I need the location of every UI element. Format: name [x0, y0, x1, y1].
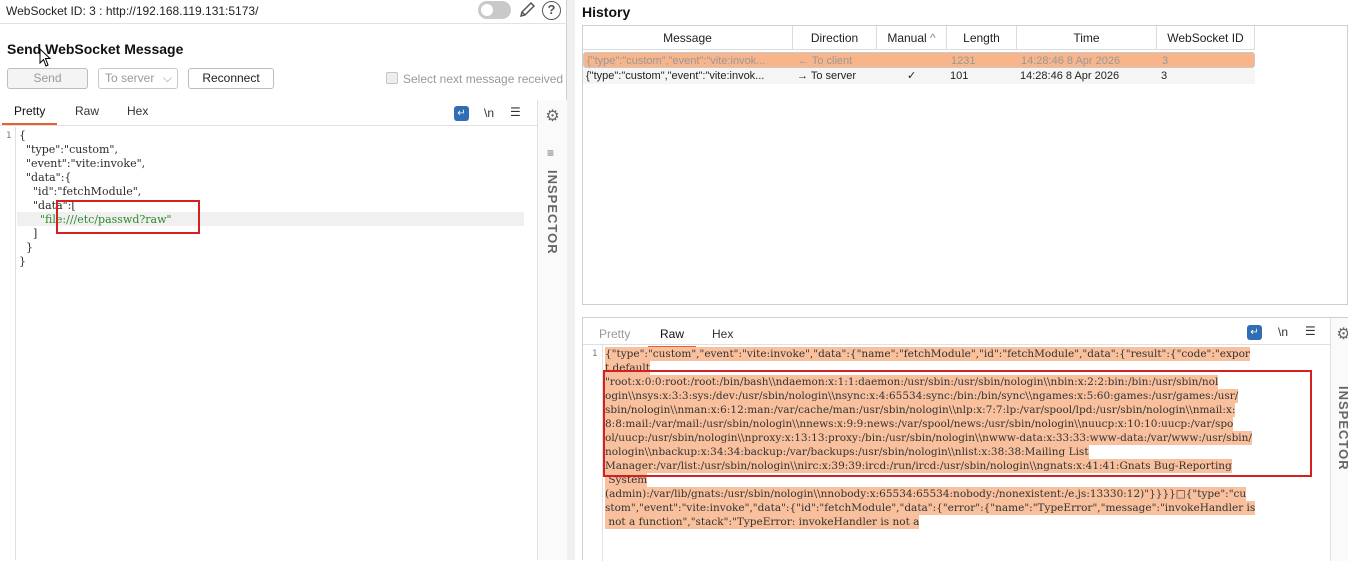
tab-hex[interactable]: Hex	[125, 104, 150, 118]
gear-icon[interactable]: ⚙	[544, 108, 561, 125]
cell-direction: ← To client	[798, 55, 853, 67]
sort-asc-icon: ^	[930, 31, 936, 45]
cell-manual: ✓	[907, 70, 917, 82]
line-number: 1	[592, 349, 598, 359]
col-direction[interactable]: Direction	[793, 26, 877, 50]
direction-select-value: To server	[105, 71, 155, 85]
wrap-lines-icon[interactable]: ↵	[1247, 325, 1262, 340]
code-line: }	[19, 255, 26, 268]
col-time[interactable]: Time	[1017, 26, 1157, 50]
inspector-label[interactable]: INSPECTOR	[545, 170, 560, 255]
newline-toggle-icon[interactable]: \n	[1278, 325, 1288, 339]
gear-icon[interactable]: ⚙	[1335, 326, 1348, 343]
code-line: {	[19, 129, 26, 142]
send-title: Send WebSocket Message	[7, 41, 184, 57]
history-table: Message Direction Manual ^ Length Time W…	[582, 25, 1348, 305]
code-line: "event":"vite:invoke",	[19, 157, 146, 170]
line-gutter: 1	[583, 344, 603, 561]
mouse-cursor-icon	[39, 48, 52, 67]
col-length[interactable]: Length	[947, 26, 1017, 50]
newline-toggle-icon[interactable]: \n	[484, 106, 494, 120]
pencil-icon[interactable]	[517, 0, 537, 20]
message-editor[interactable]: 1 { "type":"custom", "event":"vite:invok…	[0, 127, 537, 560]
cell-websocket-id: 3	[1162, 55, 1169, 67]
cell-length: 101	[950, 70, 969, 82]
col-websocket-id[interactable]: WebSocket ID	[1157, 26, 1255, 50]
code-line: }	[19, 241, 33, 254]
response-line: {"type":"custom","event":"vite:invoke","…	[605, 347, 1250, 361]
history-panel: History Message Direction Manual ^ Lengt…	[575, 0, 1348, 561]
code-line: "data":{	[19, 171, 72, 184]
response-line: stom","event":"vite:invoke","data":{"id"…	[605, 501, 1256, 515]
line-gutter: 1	[0, 127, 16, 560]
direction-select[interactable]: To server ⌵	[98, 68, 178, 89]
code-line: "type":"custom",	[19, 143, 118, 156]
col-message[interactable]: Message	[583, 26, 793, 50]
select-next-label: Select next message received	[403, 72, 564, 86]
cell-websocket-id: 3	[1161, 70, 1168, 82]
line-number: 1	[6, 131, 12, 141]
table-row[interactable]: {"type":"custom","event":"vite:invok... …	[583, 68, 1255, 84]
response-line: (admin):/var/lib/gnats:/usr/sbin/nologin…	[605, 487, 1247, 501]
reconnect-button[interactable]: Reconnect	[188, 68, 274, 89]
inspector-label[interactable]: INSPECTOR	[1336, 386, 1348, 471]
splitter[interactable]	[567, 0, 575, 560]
websocket-header-bar: WebSocket ID: 3 : http://192.168.119.131…	[0, 0, 567, 24]
menu-icon[interactable]: ☰	[1305, 324, 1316, 338]
select-next-checkbox[interactable]	[386, 72, 398, 84]
tab-pretty[interactable]: Pretty	[1, 104, 58, 125]
help-icon[interactable]: ?	[542, 1, 561, 20]
table-row[interactable]: {"type":"custom","event":"vite:invok... …	[583, 52, 1255, 68]
col-manual-label: Manual	[887, 31, 927, 45]
tab-divider	[0, 125, 537, 126]
cell-direction: → To server	[797, 70, 857, 82]
inspector-sidebar[interactable]: ⚙ ≡ INSPECTOR	[537, 100, 567, 560]
highlight-box	[603, 370, 1312, 477]
highlight-box	[56, 200, 200, 234]
cell-time: 14:28:46 8 Apr 2026	[1021, 55, 1121, 67]
tab-hex[interactable]: Hex	[710, 327, 735, 341]
inspector-sidebar[interactable]: ⚙ INSPECTOR	[1330, 318, 1348, 561]
cell-time: 14:28:46 8 Apr 2026	[1020, 70, 1120, 82]
toggle-switch[interactable]	[478, 1, 511, 19]
wrap-lines-icon[interactable]: ↵	[454, 106, 469, 121]
cell-message: {"type":"custom","event":"vite:invok...	[587, 55, 766, 67]
send-button[interactable]: Send	[7, 68, 88, 89]
menu-icon[interactable]: ☰	[510, 105, 521, 119]
cell-length: 1231	[951, 55, 976, 67]
response-viewer: Pretty Raw Hex ↵ \n ☰ 1 {"type":"custom"…	[582, 317, 1348, 561]
send-panel: WebSocket ID: 3 : http://192.168.119.131…	[0, 0, 567, 560]
chevron-down-icon: ⌵	[162, 71, 172, 85]
tab-pretty[interactable]: Pretty	[597, 327, 632, 341]
cell-message: {"type":"custom","event":"vite:invok...	[586, 70, 765, 82]
lines-icon[interactable]: ≡	[547, 146, 554, 160]
history-title: History	[582, 4, 631, 20]
code-line: "id":"fetchModule",	[19, 185, 142, 198]
tab-raw[interactable]: Raw	[73, 104, 101, 118]
tab-divider	[583, 344, 1330, 345]
tab-raw[interactable]: Raw	[647, 327, 697, 348]
col-manual[interactable]: Manual ^	[877, 26, 947, 50]
response-line: not a function","stack":"TypeError: invo…	[605, 515, 920, 529]
message-code[interactable]: { "type":"custom", "event":"vite:invoke"…	[19, 129, 172, 269]
websocket-header: WebSocket ID: 3 : http://192.168.119.131…	[6, 4, 259, 18]
